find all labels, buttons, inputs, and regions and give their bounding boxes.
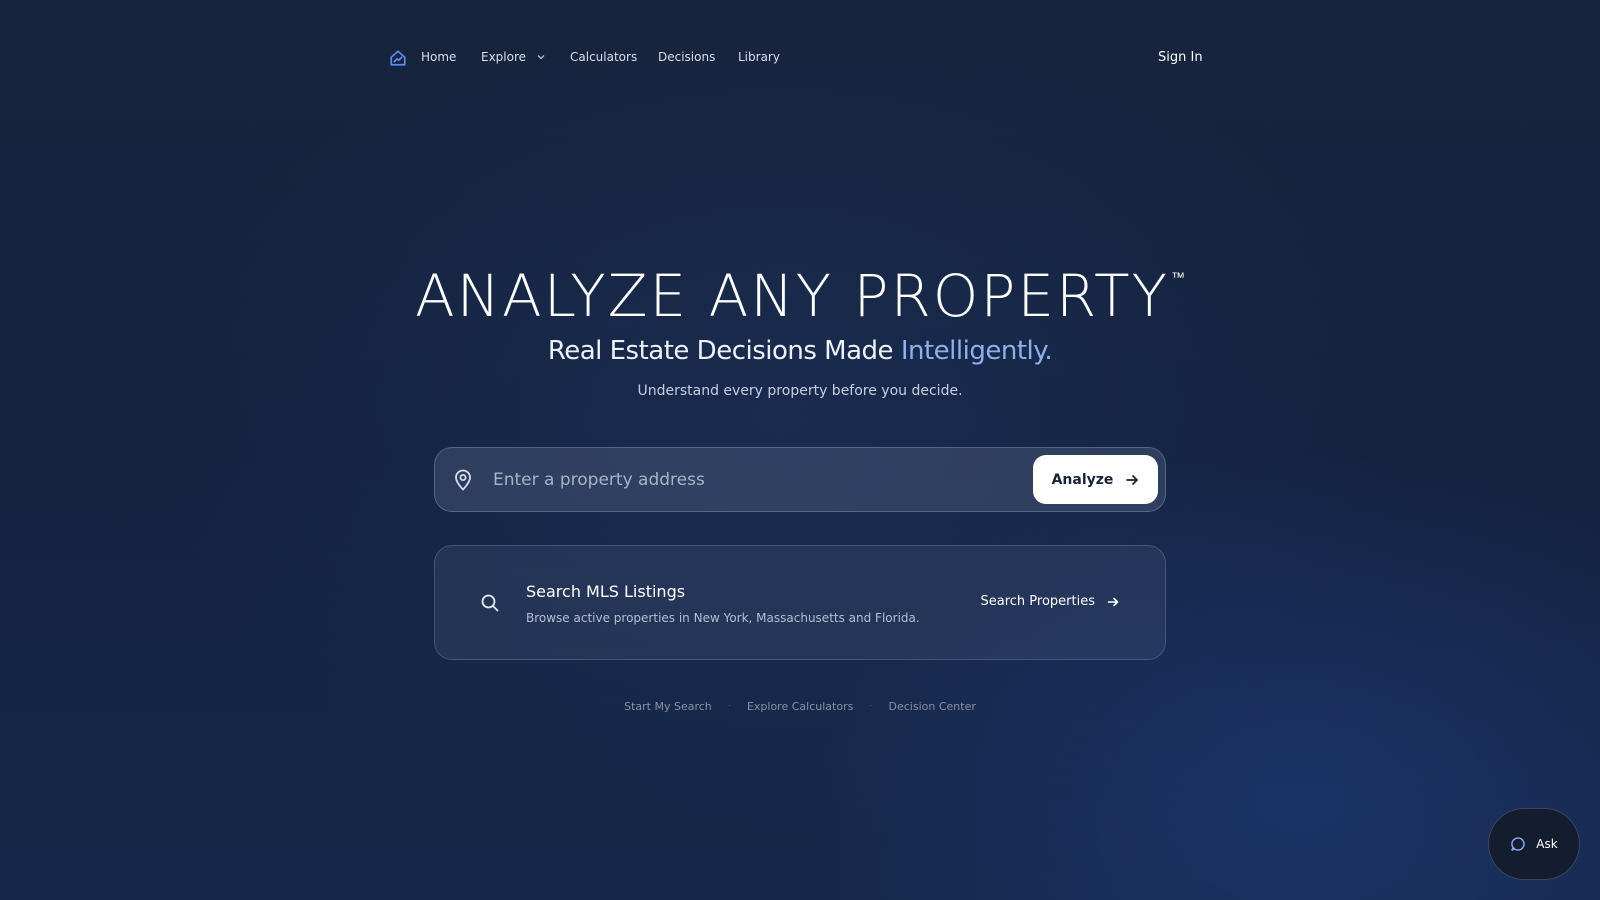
address-search-bar: Analyze: [434, 447, 1166, 512]
mls-card-description: Browse active properties in New York, Ma…: [526, 611, 920, 625]
chevron-down-icon: [537, 55, 545, 60]
sign-in-link[interactable]: Sign In: [1158, 50, 1203, 65]
search-properties-link[interactable]: Search Properties: [981, 594, 1120, 609]
top-nav: Home Explore Calculators Decisions Libra…: [0, 0, 1600, 116]
arrow-right-icon: [1126, 474, 1139, 485]
hero-subtitle: Real Estate Decisions Made Intelligently…: [0, 336, 1600, 366]
ask-button-label: Ask: [1536, 837, 1558, 851]
nav-explore-link[interactable]: Explore: [481, 50, 546, 64]
nav-decisions-link[interactable]: Decisions: [658, 50, 715, 64]
footer-links: Start My Search · Explore Calculators · …: [0, 700, 1600, 713]
analyze-button[interactable]: Analyze: [1033, 455, 1158, 504]
trademark-mark: ™: [1171, 270, 1185, 286]
map-pin-icon: [455, 469, 471, 491]
nav-explore-label: Explore: [481, 50, 527, 64]
explore-calculators-link[interactable]: Explore Calculators: [747, 700, 853, 713]
arrow-right-icon: [1107, 597, 1119, 606]
nav-library-link[interactable]: Library: [738, 50, 780, 64]
separator-dot: ·: [869, 701, 873, 712]
start-my-search-link[interactable]: Start My Search: [624, 700, 712, 713]
search-icon: [481, 594, 499, 612]
home-chart-icon[interactable]: [389, 49, 407, 67]
hero-tagline: Understand every property before you dec…: [637, 383, 963, 399]
hero-subtitle-main: Real Estate Decisions Made: [547, 336, 901, 366]
search-properties-label: Search Properties: [980, 594, 1096, 609]
hero-subtitle-accent: Intelligently.: [900, 336, 1053, 366]
hero-title: ANALYZE ANY PROPERTY ™: [0, 262, 1600, 330]
hero-title-text: ANALYZE ANY PROPERTY: [414, 262, 1169, 330]
nav-calculators-link[interactable]: Calculators: [570, 50, 637, 64]
decision-center-link[interactable]: Decision Center: [889, 700, 976, 713]
analyze-button-label: Analyze: [1051, 471, 1114, 488]
nav-home-link[interactable]: Home: [421, 50, 456, 64]
address-input[interactable]: [493, 462, 1013, 498]
chat-bubble-icon: [1511, 837, 1525, 851]
separator-dot: ·: [727, 701, 731, 712]
ask-button[interactable]: Ask: [1488, 808, 1580, 880]
mls-search-card: Search MLS Listings Browse active proper…: [434, 545, 1166, 660]
mls-card-title: Search MLS Listings: [526, 582, 686, 601]
